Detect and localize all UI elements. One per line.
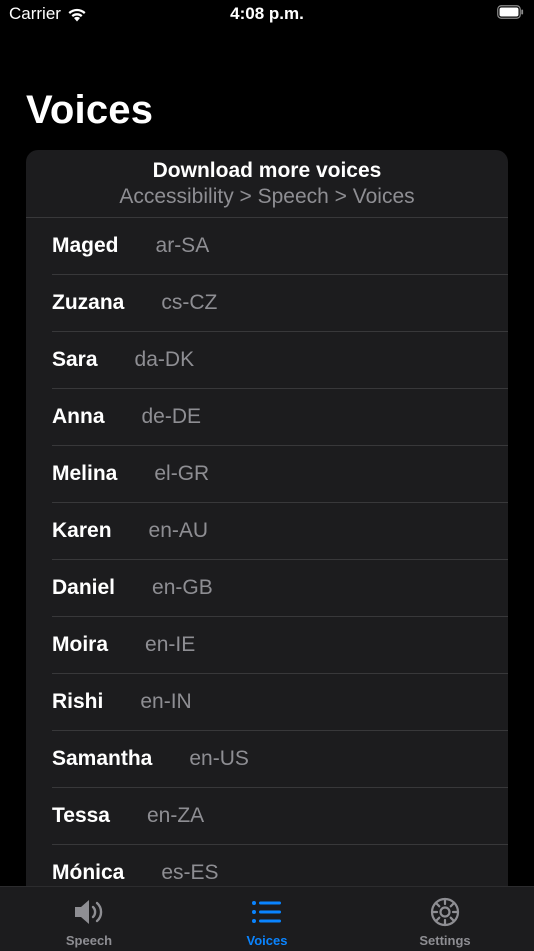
- voice-language: en-IE: [145, 633, 196, 656]
- voices-card: Download more voices Accessibility > Spe…: [26, 150, 508, 910]
- voice-row[interactable]: Zuzana cs-CZ: [52, 275, 508, 332]
- tab-voices[interactable]: Voices: [178, 887, 356, 951]
- voice-name: Maged: [52, 234, 119, 257]
- voice-language: en-GB: [152, 576, 213, 599]
- status-bar: Carrier 4:08 p.m.: [0, 0, 534, 30]
- voice-name: Mónica: [52, 861, 125, 884]
- voice-name: Rishi: [52, 690, 104, 713]
- gear-icon: [430, 897, 460, 927]
- voice-name: Anna: [52, 405, 105, 428]
- download-voices-header[interactable]: Download more voices Accessibility > Spe…: [26, 150, 508, 218]
- voice-name: Karen: [52, 519, 112, 542]
- battery-icon: [497, 5, 524, 19]
- voice-row[interactable]: Sara da-DK: [52, 332, 508, 389]
- voice-name: Moira: [52, 633, 109, 656]
- tab-voices-label: Voices: [246, 933, 288, 948]
- voice-language: en-ZA: [147, 804, 205, 827]
- voice-row[interactable]: Samantha en-US: [52, 731, 508, 788]
- voice-row[interactable]: Karen en-AU: [52, 503, 508, 560]
- voice-language: da-DK: [134, 348, 195, 371]
- voice-name: Daniel: [52, 576, 116, 599]
- voice-row[interactable]: Tessa en-ZA: [52, 788, 508, 845]
- voice-language: es-ES: [161, 861, 219, 884]
- voice-language: en-IN: [140, 690, 192, 713]
- page-title: Voices: [26, 88, 154, 132]
- tab-settings-label: Settings: [419, 933, 471, 948]
- tab-speech[interactable]: Speech: [0, 887, 178, 951]
- list-icon: [252, 901, 281, 923]
- download-voices-title: Download more voices: [152, 159, 382, 182]
- voice-row[interactable]: Rishi en-IN: [52, 674, 508, 731]
- voice-row[interactable]: Daniel en-GB: [52, 560, 508, 617]
- voice-list: Maged ar-SA Zuzana cs-CZ Sara da-DK Anna…: [26, 218, 508, 902]
- voice-row[interactable]: Maged ar-SA: [52, 218, 508, 275]
- voice-name: Tessa: [52, 804, 110, 827]
- voice-name: Samantha: [52, 747, 153, 770]
- voice-name: Zuzana: [52, 291, 125, 314]
- tab-speech-label: Speech: [65, 933, 113, 948]
- voice-language: en-AU: [148, 519, 209, 542]
- download-voices-path: Accessibility > Speech > Voices: [119, 185, 415, 208]
- voice-name: Melina: [52, 462, 118, 485]
- voice-row[interactable]: Anna de-DE: [52, 389, 508, 446]
- voice-language: de-DE: [141, 405, 202, 428]
- voice-language: cs-CZ: [161, 291, 218, 314]
- voice-row[interactable]: Moira en-IE: [52, 617, 508, 674]
- voice-row[interactable]: Melina el-GR: [52, 446, 508, 503]
- voice-language: ar-SA: [155, 234, 210, 257]
- voice-language: el-GR: [154, 462, 210, 485]
- voice-language: en-US: [189, 747, 249, 770]
- tab-bar: Speech Voices Settings: [0, 886, 534, 951]
- status-time: 4:08 p.m.: [230, 4, 304, 23]
- speaker-icon: [75, 900, 103, 924]
- tab-settings[interactable]: Settings: [356, 887, 534, 951]
- voice-name: Sara: [52, 348, 98, 371]
